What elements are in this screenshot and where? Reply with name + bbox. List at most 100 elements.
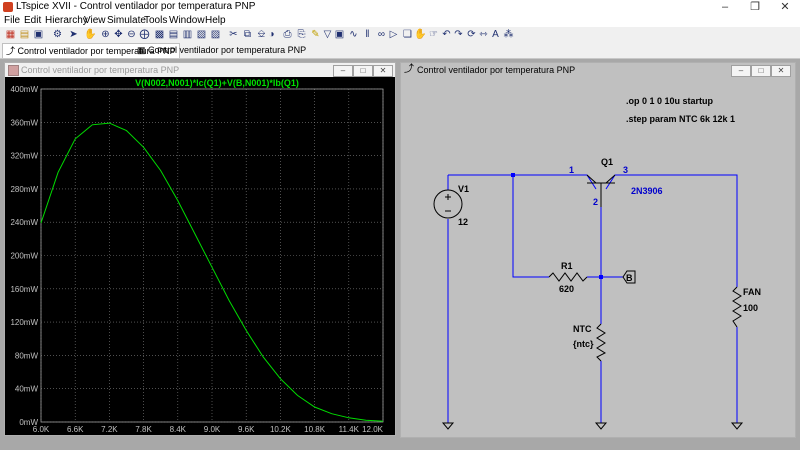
cut-icon[interactable]: ✂ [228,29,239,40]
x-tick-label: 6.6K [67,425,84,434]
tile-horizontal-icon[interactable]: ▤ [168,29,179,40]
junction-top [511,173,515,177]
spice-directive-icon[interactable]: ⁂ [503,29,514,40]
ntc-value[interactable]: {ntc} [573,339,594,349]
menu-tools[interactable]: Tools [144,14,167,27]
save-icon[interactable]: ▣ [33,29,44,40]
waveform-window-titlebar: Control ventilador por temperatura PNP –… [5,63,395,77]
mirror-icon[interactable]: ⇿ [478,29,489,40]
x-tick-label: 8.4K [170,425,187,434]
waveform-close-icon[interactable]: ✕ [373,65,393,77]
waveform-window-title: Control ventilador por temperatura PNP [21,65,180,75]
tab-waveform[interactable]: ▦ Control ventilador por temperatura PNP [134,43,309,57]
r1-value[interactable]: 620 [559,284,574,294]
resistor-icon[interactable]: ∿ [348,29,359,40]
waveform-restore-icon[interactable]: □ [353,65,373,77]
cascade-icon[interactable]: ▧ [196,29,207,40]
menu-hierarchy[interactable]: Hierarchy [45,14,88,27]
ntc-symbol [596,323,607,362]
capacitor-icon[interactable]: ‖ [362,29,373,40]
menu-simulate[interactable]: Simulate [107,14,146,27]
q1-name[interactable]: Q1 [601,157,613,167]
waveform-minimize-icon[interactable]: – [333,65,353,77]
trace-expression[interactable]: V(N002,N001)*Ic(Q1)+V(B,N001)*Ib(Q1) [135,78,299,88]
y-tick-label: 40mW [15,385,39,394]
diode-icon[interactable]: ▷ [388,29,399,40]
text-icon[interactable]: A [490,29,501,40]
waveform-window: Control ventilador por temperatura PNP –… [4,62,396,436]
autorange-icon[interactable]: ▩ [154,29,165,40]
menu-file[interactable]: File [4,14,20,27]
step-directive[interactable]: .step param NTC 6k 12k 1 [626,114,735,124]
schematic-restore-icon[interactable]: □ [751,65,771,77]
x-tick-label: 10.2K [270,425,292,434]
halt-icon[interactable]: ✋ [84,29,96,40]
control-panel-icon[interactable]: ⚙ [52,29,63,40]
junctions [511,173,603,279]
find-icon[interactable]: ◑ [266,29,277,40]
title-bar: LTspice XVII - Control ventilador por te… [0,0,800,14]
inductor-icon[interactable]: ∞ [376,29,387,40]
fan-name[interactable]: FAN [743,287,761,297]
y-tick-label: 120mW [10,318,38,327]
label-b[interactable]: B [626,273,633,283]
x-tick-label: 7.2K [101,425,118,434]
tile-vertical-icon[interactable]: ▥ [182,29,193,40]
tab-waveform-label: Control ventilador por temperatura PNP [148,45,307,55]
v1-value[interactable]: 12 [458,217,468,227]
fan-value[interactable]: 100 [743,303,758,313]
zoom-in-icon[interactable]: ⊕ [100,29,111,40]
r1-name[interactable]: R1 [561,261,573,271]
wire-to-r1 [512,175,549,278]
x-axis: 6.0K 6.6K 7.2K 7.8K 8.4K 9.0K 9.6K 10.2K 10.8K 11… [33,425,384,434]
undo-icon[interactable]: ↶ [441,29,452,40]
draw-wire-icon[interactable]: ✎ [310,29,321,40]
v1-name[interactable]: V1 [458,184,469,194]
zoom-fit-icon[interactable]: ⨁ [139,29,150,40]
close-icon[interactable]: ✕ [772,0,798,14]
open-icon[interactable]: ▤ [19,29,30,40]
menu-window[interactable]: Window [169,14,205,27]
schematic-minimize-icon[interactable]: – [731,65,751,77]
restore-icon[interactable]: ❐ [742,0,768,14]
copy-icon[interactable]: ⧉ [242,29,253,40]
zoom-out-icon[interactable]: ⊖ [126,29,137,40]
plot-area[interactable]: 0mW 40mW 80mW 120mW 160mW 200mW 240mW 280mW 320m… [5,77,395,435]
run-icon[interactable]: ➤ [68,29,79,40]
close-window-icon[interactable]: ▨ [210,29,221,40]
new-schematic-icon[interactable]: ▦ [5,29,16,40]
rotate-icon[interactable]: ⟳ [466,29,477,40]
q1-pin3: 3 [623,165,628,175]
schematic-close-icon[interactable]: ✕ [771,65,791,77]
q1-pin2: 2 [593,197,598,207]
q1-model[interactable]: 2N3906 [631,186,663,196]
redo-icon[interactable]: ↷ [453,29,464,40]
print-icon[interactable]: ⎙ [282,29,293,40]
ground-symbols [441,422,744,430]
y-axis: 0mW40mW80mW120mW160mW200mW240mW280mW320m… [10,85,38,427]
directives: .op 0 1 0 10u startup .step param NTC 6k… [626,96,735,124]
move-icon[interactable]: ✋ [414,29,426,40]
components [433,174,744,430]
schematic-icon: ⤴ [6,46,18,56]
label-net-icon[interactable]: ▣ [334,29,345,40]
junction-b [599,275,603,279]
ntc-name[interactable]: NTC [573,324,592,334]
component-icon[interactable]: ❏ [402,29,413,40]
y-tick-label: 200mW [10,252,38,261]
minimize-icon[interactable]: – [712,0,738,14]
pan-icon[interactable]: ✥ [113,29,124,40]
window-title: LTspice XVII - Control ventilador por te… [16,1,256,12]
schematic-canvas[interactable]: .op 0 1 0 10u startup .step param NTC 6k… [401,79,795,437]
menu-view[interactable]: View [84,14,106,27]
toolbar: ▦ ▤ ▣ ⚙ ➤ ✋ ⊕ ✥ ⊖ ⨁ ▩ ▤ ▥ ▧ ▨ ✂ ⧉ ⎒ ◑ ⎙ … [0,27,800,44]
op-directive[interactable]: .op 0 1 0 10u startup [626,96,714,106]
menu-help[interactable]: Help [205,14,226,27]
menu-edit[interactable]: Edit [24,14,41,27]
x-tick-label: 12.0K [362,425,384,434]
schematic-window-titlebar: ⤴ Control ventilador por temperatura PNP… [401,63,795,77]
ground-icon[interactable]: ▽ [322,29,333,40]
schematic-drawing: .op 0 1 0 10u startup .step param NTC 6k… [433,96,761,430]
drag-icon[interactable]: ☞ [428,29,439,40]
print-preview-icon[interactable]: ⎘ [296,29,307,40]
